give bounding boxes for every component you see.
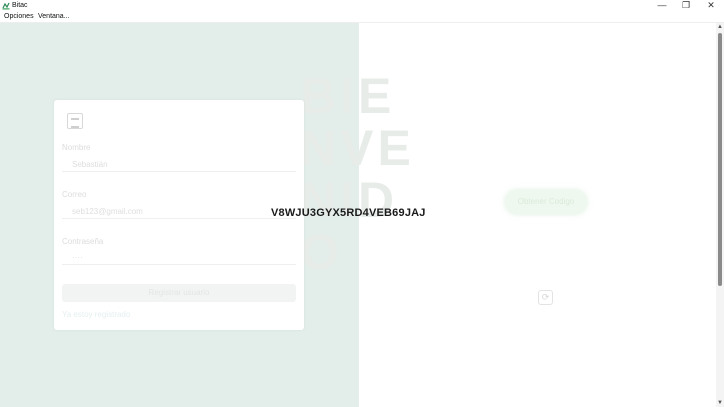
vertical-scrollbar[interactable]: ▲ ▼ <box>716 23 724 407</box>
welcome-watermark: BIENVENIDO <box>300 68 415 280</box>
register-button[interactable]: Registrar usuario <box>62 284 296 302</box>
form-icon <box>67 113 83 129</box>
register-card: Nombre Correo Contraseña Registrar usuar… <box>54 100 304 330</box>
email-label: Correo <box>62 190 87 199</box>
app-logo-icon <box>2 2 10 10</box>
scroll-thumb[interactable] <box>718 33 722 286</box>
menu-bar: Opciones Ventana... <box>0 12 724 23</box>
menu-opciones[interactable]: Opciones <box>4 13 34 21</box>
maximize-button[interactable]: ❐ <box>675 0 697 12</box>
generated-code: V8WJU3GYX5RD4VEB69JAJ <box>271 207 426 219</box>
menu-ventana[interactable]: Ventana... <box>38 13 70 21</box>
password-field[interactable] <box>62 251 296 265</box>
scroll-up-icon[interactable]: ▲ <box>716 23 724 31</box>
name-field[interactable] <box>62 158 296 172</box>
obtain-code-button[interactable]: Obtener Codigo <box>505 190 587 214</box>
window-title: Bitac <box>12 2 28 9</box>
name-label: Nombre <box>62 143 91 152</box>
email-field[interactable] <box>62 205 296 219</box>
login-link[interactable]: Ya estoy registrado <box>62 310 130 319</box>
minimize-button[interactable]: — <box>651 0 673 12</box>
title-bar: Bitac — ❐ ✕ <box>0 0 724 12</box>
scroll-down-icon[interactable]: ▼ <box>716 399 724 407</box>
close-button[interactable]: ✕ <box>700 0 722 12</box>
password-label: Contraseña <box>62 237 104 246</box>
refresh-icon[interactable]: ⟳ <box>538 290 553 305</box>
